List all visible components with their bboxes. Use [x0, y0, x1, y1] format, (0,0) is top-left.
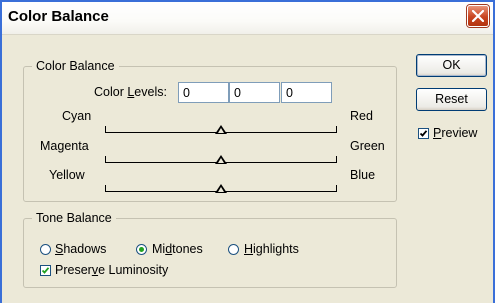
cyan-red-slider[interactable]: [105, 120, 337, 142]
checkmark-icon: [419, 130, 428, 137]
preview-label[interactable]: Preview: [433, 126, 477, 141]
slider-cyan-label: Cyan: [62, 109, 92, 123]
color-levels-label: Color Levels:: [94, 85, 167, 99]
preserve-luminosity-label[interactable]: Preserve Luminosity: [55, 263, 168, 278]
color-balance-dialog: Color Balance Color Balance Color Levels…: [0, 0, 495, 303]
slider-thumb[interactable]: [215, 155, 227, 164]
shadows-label[interactable]: Shadows: [55, 242, 106, 257]
tone-balance-group-label: Tone Balance: [32, 211, 116, 226]
ok-button[interactable]: OK: [416, 54, 487, 77]
slider-yellow-label: Yellow: [49, 168, 85, 182]
window-title: Color Balance: [8, 8, 109, 25]
midtones-radio[interactable]: [136, 244, 147, 255]
close-button[interactable]: [467, 5, 489, 27]
midtones-label[interactable]: Midtones: [152, 242, 203, 257]
preview-checkbox[interactable]: [418, 128, 429, 139]
color-balance-group-label: Color Balance: [32, 59, 119, 74]
highlights-label[interactable]: Highlights: [244, 242, 299, 257]
magenta-green-slider[interactable]: [105, 150, 337, 172]
color-level-magenta-green-input[interactable]: [229, 82, 280, 103]
preserve-luminosity-checkbox[interactable]: [40, 265, 51, 276]
shadows-radio[interactable]: [40, 244, 51, 255]
slider-thumb[interactable]: [215, 184, 227, 193]
title-bar[interactable]: Color Balance: [2, 2, 493, 35]
slider-blue-label: Blue: [350, 168, 376, 182]
slider-magenta-label: Magenta: [40, 139, 89, 153]
yellow-blue-slider[interactable]: [105, 179, 337, 201]
close-icon: [472, 10, 484, 22]
color-level-yellow-blue-input[interactable]: [281, 82, 332, 103]
checkmark-icon: [41, 267, 50, 274]
highlights-radio[interactable]: [228, 244, 239, 255]
slider-green-label: Green: [350, 139, 385, 153]
color-level-cyan-red-input[interactable]: [178, 82, 229, 103]
reset-button[interactable]: Reset: [416, 88, 487, 111]
slider-thumb[interactable]: [215, 125, 227, 134]
slider-red-label: Red: [350, 109, 373, 123]
